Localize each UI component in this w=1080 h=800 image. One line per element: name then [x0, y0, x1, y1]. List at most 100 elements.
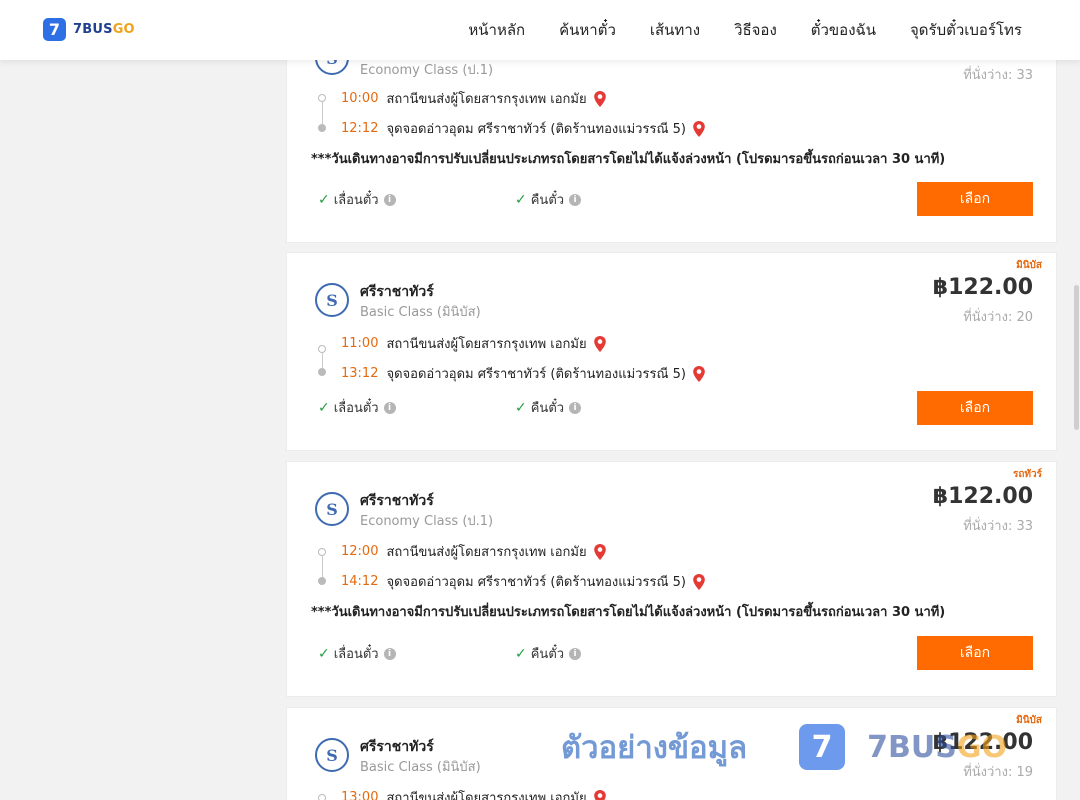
- departure-stop: 11:00 สถานีขนส่งผู้โดยสารกรุงเทพ เอกมัย: [341, 333, 607, 354]
- route-line: [322, 353, 323, 368]
- origin-station: สถานีขนส่งผู้โดยสารกรุงเทพ เอกมัย: [386, 791, 587, 800]
- arrival-stop: 13:12 จุดจอดอ่าวอุดม ศรีราชาทัวร์ (ติดร้…: [341, 363, 706, 384]
- check-icon: ✓: [318, 645, 330, 662]
- origin-station: สถานีขนส่งผู้โดยสารกรุงเทพ เอกมัย: [386, 545, 587, 560]
- map-pin-icon[interactable]: [593, 543, 607, 560]
- ticket-price: ฿122.00: [932, 275, 1033, 300]
- origin-station: สถานีขนส่งผู้โดยสารกรุงเทพ เอกมัย: [386, 337, 587, 352]
- trip-class: Economy Class (ป.1): [360, 63, 494, 78]
- seats-available: ที่นั่งว่าง: 33: [963, 68, 1033, 83]
- check-icon: ✓: [318, 191, 330, 208]
- trip-card: มินิบัส S ศรีราชาทัวร์ Basic Class (มินิ…: [286, 707, 1057, 800]
- destination-station: จุดจอดอ่าวอุดม ศรีราชาทัวร์ (ติดร้านทองแ…: [386, 367, 686, 382]
- vehicle-type-badge: มินิบัส: [1016, 715, 1042, 726]
- seats-available: ที่นั่งว่าง: 19: [963, 765, 1033, 780]
- reschedule-label: เลื่อนตั๋ว: [333, 401, 379, 416]
- destination-station: จุดจอดอ่าวอุดม ศรีราชาทัวร์ (ติดร้านทองแ…: [386, 575, 686, 590]
- schedule-notice: ***วันเดินทางอาจมีการปรับเปลี่ยนประเภทรถ…: [311, 605, 946, 620]
- departure-time: 13:00: [341, 790, 379, 800]
- ticket-price: ฿122.00: [932, 730, 1033, 755]
- route-end-dot: [318, 124, 326, 132]
- check-icon: ✓: [515, 399, 527, 416]
- info-icon[interactable]: i: [383, 193, 396, 206]
- arrival-time: 12:12: [341, 121, 379, 136]
- departure-stop: 12:00 สถานีขนส่งผู้โดยสารกรุงเทพ เอกมัย: [341, 541, 607, 562]
- info-icon[interactable]: i: [383, 647, 396, 660]
- nav-home[interactable]: หน้าหลัก: [468, 18, 525, 42]
- refund-label: คืนตั๋ว: [530, 647, 565, 662]
- map-pin-icon[interactable]: [593, 90, 607, 107]
- check-icon: ✓: [318, 399, 330, 416]
- vehicle-type-badge: รถทัวร์: [1012, 469, 1042, 480]
- info-icon[interactable]: i: [383, 401, 396, 414]
- info-icon[interactable]: i: [569, 401, 582, 414]
- operator-name: ศรีราชาทัวร์: [360, 493, 434, 509]
- refund-feature: ✓ คืนตั๋ว i: [515, 397, 582, 418]
- ticket-price: ฿122.00: [932, 484, 1033, 509]
- schedule-notice: ***วันเดินทางอาจมีการปรับเปลี่ยนประเภทรถ…: [311, 152, 946, 167]
- seats-available: ที่นั่งว่าง: 20: [963, 310, 1033, 325]
- site-logo[interactable]: 7 7BUSGO: [43, 18, 135, 41]
- select-button[interactable]: เลือก: [917, 636, 1033, 670]
- nav-routes[interactable]: เส้นทาง: [650, 18, 700, 42]
- trip-card: มินิบัส S ศรีราชาทัวร์ Basic Class (มินิ…: [286, 252, 1057, 451]
- operator-logo-icon: S: [315, 492, 349, 526]
- map-pin-icon[interactable]: [692, 365, 706, 382]
- logo-brand-go: GO: [112, 22, 135, 37]
- departure-stop: 13:00 สถานีขนส่งผู้โดยสารกรุงเทพ เอกมัย: [341, 787, 607, 800]
- refund-feature: ✓ คืนตั๋ว i: [515, 643, 582, 664]
- departure-time: 12:00: [341, 544, 379, 559]
- scrollbar-track[interactable]: [1072, 60, 1080, 800]
- route-start-dot: [318, 345, 326, 353]
- origin-station: สถานีขนส่งผู้โดยสารกรุงเทพ เอกมัย: [386, 92, 587, 107]
- seats-available: ที่นั่งว่าง: 33: [963, 519, 1033, 534]
- route-line: [322, 102, 323, 124]
- vehicle-type-badge: มินิบัส: [1016, 260, 1042, 271]
- map-pin-icon[interactable]: [593, 335, 607, 352]
- map-pin-icon[interactable]: [692, 120, 706, 137]
- route-start-dot: [318, 794, 326, 800]
- operator-name: ศรีราชาทัวร์: [360, 739, 434, 755]
- route-start-dot: [318, 94, 326, 102]
- nav-search-tickets[interactable]: ค้นหาตั๋ว: [559, 18, 616, 42]
- route-end-dot: [318, 368, 326, 376]
- trip-card: รถทัวร์ S ศรีราชาทัวร์ Economy Class (ป.…: [286, 461, 1057, 697]
- select-button[interactable]: เลือก: [917, 391, 1033, 425]
- arrival-stop: 14:12 จุดจอดอ่าวอุดม ศรีราชาทัวร์ (ติดร้…: [341, 571, 706, 592]
- reschedule-feature: ✓ เลื่อนตั๋ว i: [318, 643, 396, 664]
- reschedule-label: เลื่อนตั๋ว: [333, 647, 379, 662]
- reschedule-feature: ✓ เลื่อนตั๋ว i: [318, 189, 396, 210]
- refund-label: คืนตั๋ว: [530, 193, 565, 208]
- operator-logo-icon: S: [315, 283, 349, 317]
- nav-how-to-book[interactable]: วิธีจอง: [734, 18, 777, 42]
- trip-class: Economy Class (ป.1): [360, 514, 494, 529]
- nav-my-tickets[interactable]: ตั๋วของฉัน: [811, 18, 876, 42]
- trip-class: Basic Class (มินิบัส): [360, 760, 481, 775]
- operator-name: ศรีราชาทัวร์: [360, 284, 434, 300]
- select-button[interactable]: เลือก: [917, 182, 1033, 216]
- departure-stop: 10:00 สถานีขนส่งผู้โดยสารกรุงเทพ เอกมัย: [341, 88, 607, 109]
- logo-icon: 7: [43, 18, 66, 41]
- scrollbar-thumb[interactable]: [1074, 285, 1079, 430]
- arrival-time: 13:12: [341, 366, 379, 381]
- arrival-stop: 12:12 จุดจอดอ่าวอุดม ศรีราชาทัวร์ (ติดร้…: [341, 118, 706, 139]
- check-icon: ✓: [515, 645, 527, 662]
- info-icon[interactable]: i: [569, 647, 582, 660]
- map-pin-icon[interactable]: [593, 789, 607, 800]
- departure-time: 10:00: [341, 91, 379, 106]
- refund-label: คืนตั๋ว: [530, 401, 565, 416]
- reschedule-feature: ✓ เลื่อนตั๋ว i: [318, 397, 396, 418]
- route-line: [322, 556, 323, 577]
- check-icon: ✓: [515, 191, 527, 208]
- logo-brand: 7BUS: [73, 22, 113, 37]
- arrival-time: 14:12: [341, 574, 379, 589]
- nav-ticket-pickup[interactable]: จุดรับตั๋วเบอร์โทร: [910, 18, 1022, 42]
- trip-class: Basic Class (มินิบัส): [360, 305, 481, 320]
- info-icon[interactable]: i: [569, 193, 582, 206]
- departure-time: 11:00: [341, 336, 379, 351]
- reschedule-label: เลื่อนตั๋ว: [333, 193, 379, 208]
- destination-station: จุดจอดอ่าวอุดม ศรีราชาทัวร์ (ติดร้านทองแ…: [386, 122, 686, 137]
- route-start-dot: [318, 548, 326, 556]
- map-pin-icon[interactable]: [692, 573, 706, 590]
- operator-logo-icon: S: [315, 738, 349, 772]
